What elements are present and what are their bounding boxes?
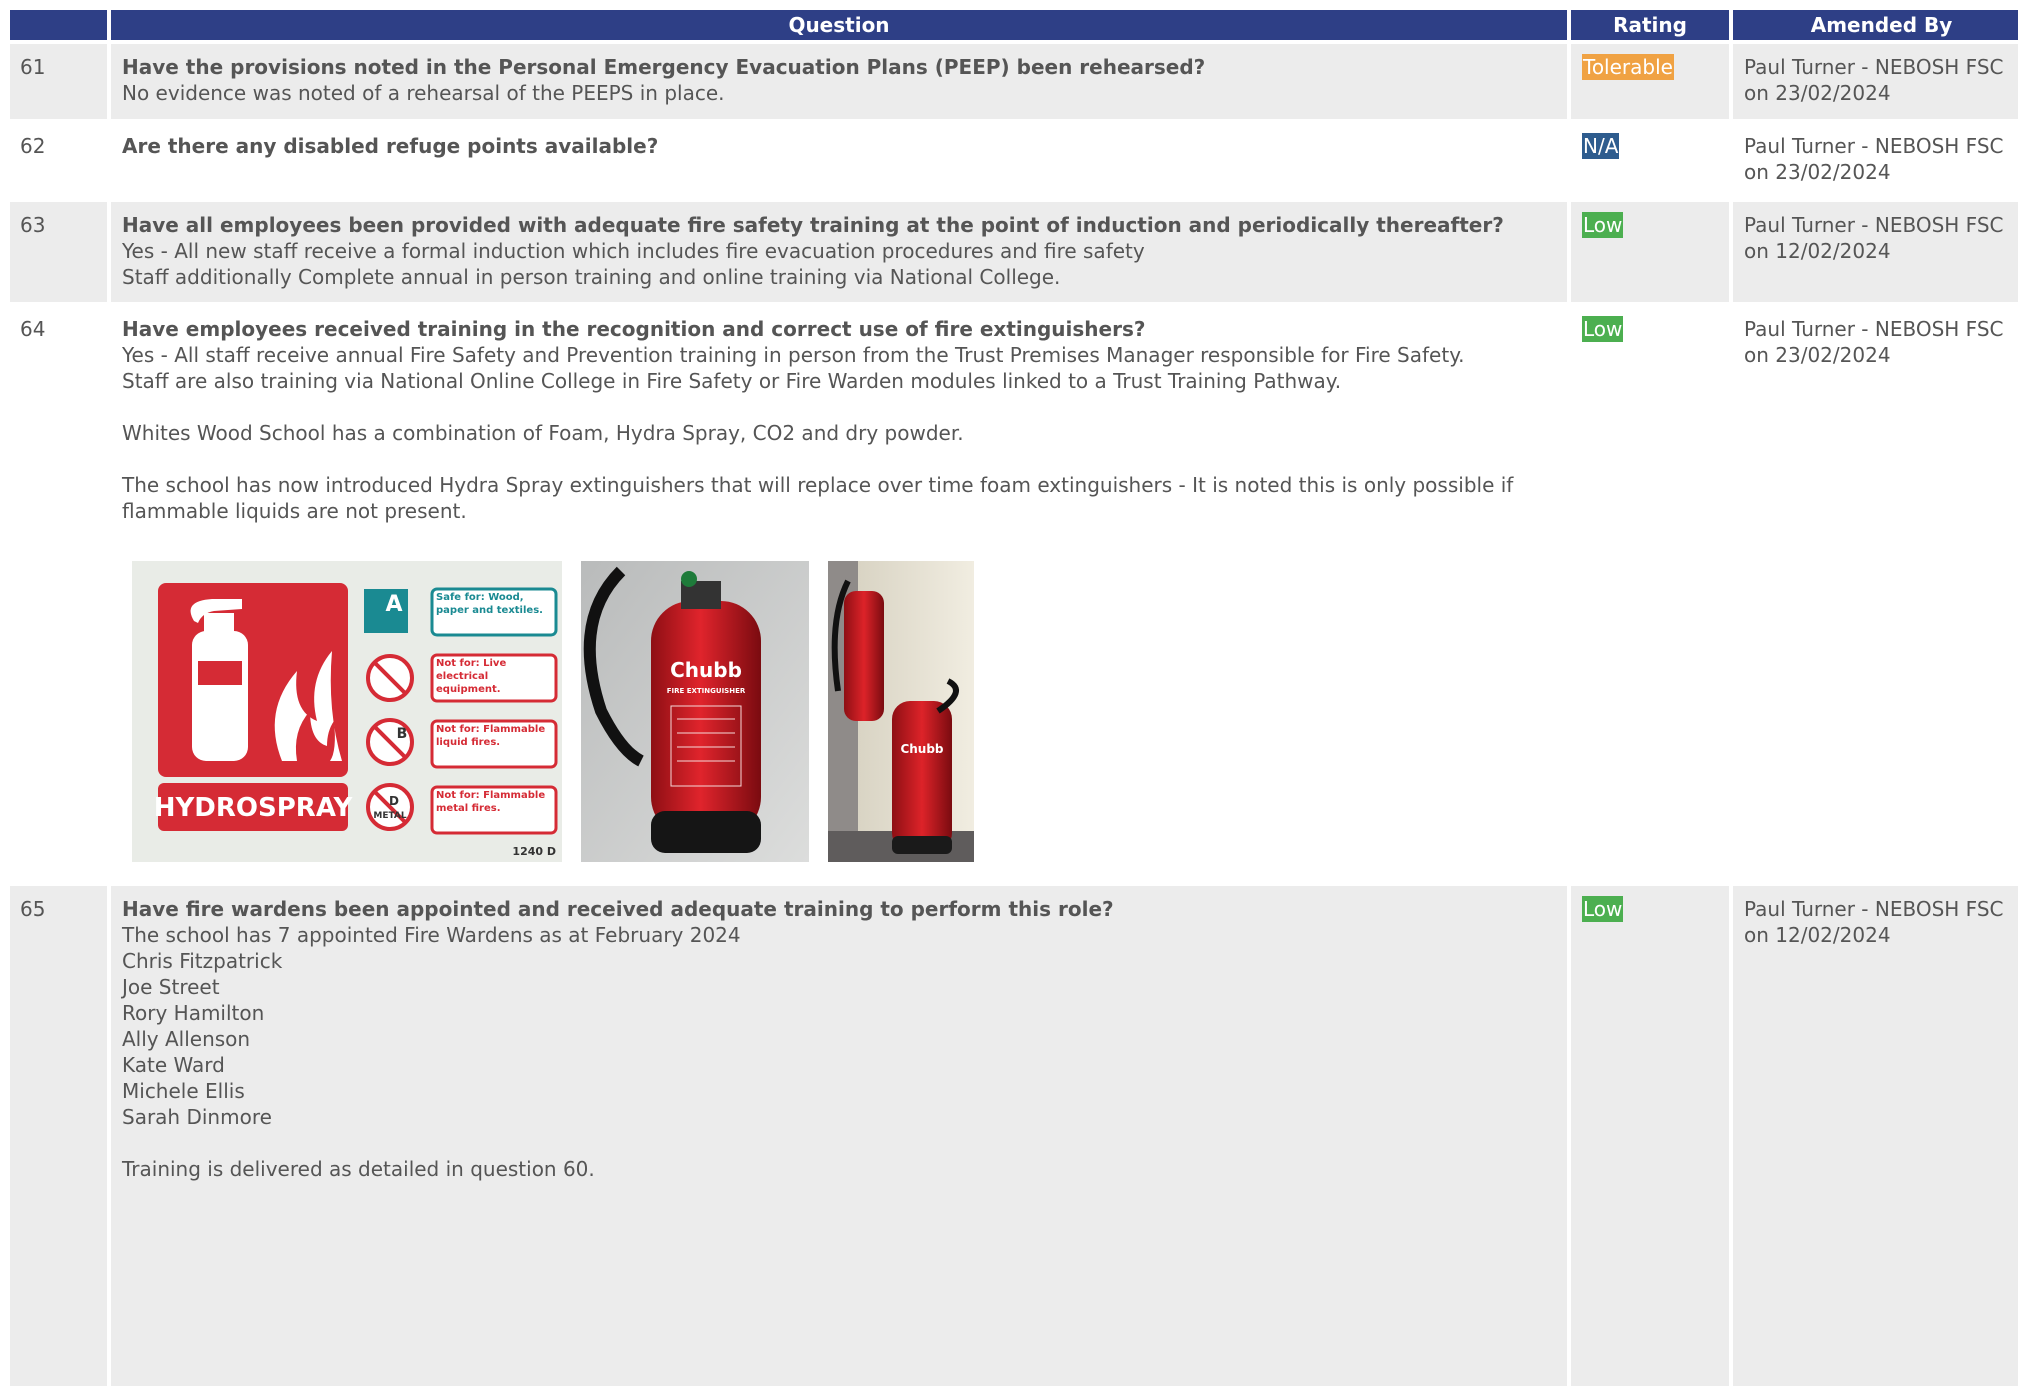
question-text: Have the provisions noted in the Persona…	[122, 55, 1206, 79]
amended-date: on 23/02/2024	[1744, 343, 1891, 367]
sign-letter-a: A	[385, 592, 402, 617]
questions-table: Question Rating Amended By 61 Have the p…	[10, 10, 2018, 1386]
header-amended-by: Amended By	[1733, 10, 2018, 40]
answer-text: No evidence was noted of a rehearsal of …	[122, 81, 725, 105]
amended-by: Paul Turner - NEBOSH FSC	[1744, 55, 2004, 79]
question-cell: Have employees received training in the …	[111, 306, 1567, 882]
hydrospray-sign-image[interactable]: HYDROSPRAY A B D METAL Safe for: Wood, p…	[132, 561, 562, 862]
answer-text: The school has 7 appointed Fire Wardens …	[122, 923, 741, 1181]
question-number: 63	[10, 202, 107, 302]
sign-letter-b: B	[397, 726, 408, 742]
rating-cell: Low	[1571, 886, 1729, 1386]
rating-badge-na: N/A	[1582, 133, 1620, 159]
sign-metal: METAL	[373, 811, 407, 821]
photo1-sub: FIRE EXTINGUISHER	[667, 687, 746, 695]
header-number	[10, 10, 107, 40]
header-question: Question	[111, 10, 1567, 40]
rating-badge-low: Low	[1582, 896, 1624, 922]
sign-label-safe: Safe for: Wood, paper and textiles.	[436, 592, 543, 616]
sign-label-electrical: Not for: Live electrical equipment.	[436, 658, 507, 695]
sign-label-metal: Not for: Flammable metal fires.	[436, 790, 546, 814]
photo1-brand: Chubb	[670, 658, 742, 682]
sign-title: HYDROSPRAY	[154, 793, 354, 823]
amended-date: on 23/02/2024	[1744, 81, 1891, 105]
amended-cell: Paul Turner - NEBOSH FSC on 12/02/2024	[1733, 202, 2018, 302]
amended-cell: Paul Turner - NEBOSH FSC on 23/02/2024	[1733, 44, 2018, 119]
amended-by: Paul Turner - NEBOSH FSC	[1744, 897, 2004, 921]
question-number: 64	[10, 306, 107, 882]
photo2-brand: Chubb	[900, 742, 943, 756]
rating-cell: N/A	[1571, 123, 1729, 198]
question-text: Have all employees been provided with ad…	[122, 213, 1504, 237]
amended-cell: Paul Turner - NEBOSH FSC on 23/02/2024	[1733, 306, 2018, 882]
sign-label-liquid: Not for: Flammable liquid fires.	[436, 724, 546, 748]
question-cell: Have all employees been provided with ad…	[111, 202, 1567, 302]
amended-by: Paul Turner - NEBOSH FSC	[1744, 213, 2004, 237]
extinguisher-photo-2[interactable]: Chubb	[828, 561, 974, 862]
question-text: Have fire wardens been appointed and rec…	[122, 897, 1114, 921]
amended-date: on 12/02/2024	[1744, 923, 1891, 947]
question-number: 65	[10, 886, 107, 1386]
question-number: 62	[10, 123, 107, 198]
rating-cell: Low	[1571, 306, 1729, 882]
question-text: Are there any disabled refuge points ava…	[122, 134, 659, 158]
rating-badge-low: Low	[1582, 212, 1624, 238]
amended-cell: Paul Turner - NEBOSH FSC on 23/02/2024	[1733, 123, 2018, 198]
sign-code: 1240 D	[512, 845, 556, 858]
attached-images: HYDROSPRAY A B D METAL Safe for: Wood, p…	[132, 561, 1556, 862]
sign-letter-d: D	[389, 794, 399, 808]
rating-cell: Low	[1571, 202, 1729, 302]
amended-date: on 23/02/2024	[1744, 160, 1891, 184]
amended-by: Paul Turner - NEBOSH FSC	[1744, 317, 2004, 341]
answer-text: Yes - All new staff receive a formal ind…	[122, 239, 1145, 289]
header-rating: Rating	[1571, 10, 1729, 40]
question-number: 61	[10, 44, 107, 119]
question-cell: Are there any disabled refuge points ava…	[111, 123, 1567, 198]
extinguisher-photo-1[interactable]: Chubb FIRE EXTINGUISHER	[581, 561, 809, 862]
question-cell: Have the provisions noted in the Persona…	[111, 44, 1567, 119]
rating-badge-low: Low	[1582, 316, 1624, 342]
question-cell: Have fire wardens been appointed and rec…	[111, 886, 1567, 1386]
amended-by: Paul Turner - NEBOSH FSC	[1744, 134, 2004, 158]
rating-badge-tolerable: Tolerable	[1582, 54, 1674, 80]
question-text: Have employees received training in the …	[122, 317, 1146, 341]
answer-text: Yes - All staff receive annual Fire Safe…	[122, 343, 1514, 523]
amended-date: on 12/02/2024	[1744, 239, 1891, 263]
amended-cell: Paul Turner - NEBOSH FSC on 12/02/2024	[1733, 886, 2018, 1386]
rating-cell: Tolerable	[1571, 44, 1729, 119]
